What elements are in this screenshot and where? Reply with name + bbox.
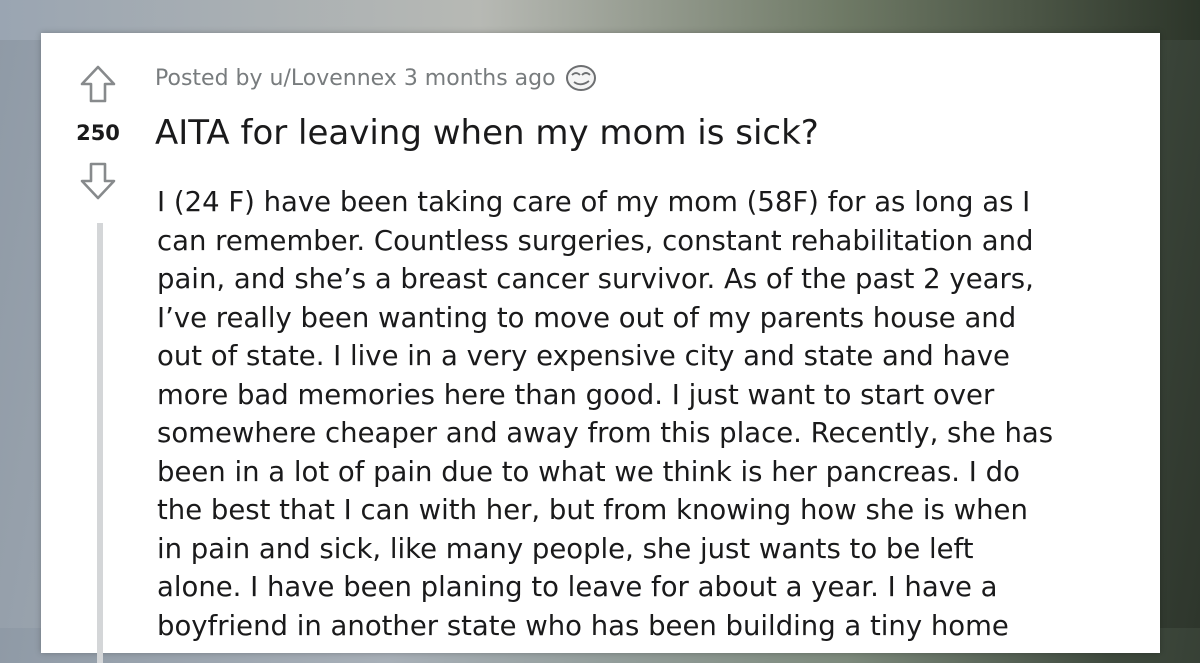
post-body-line: pain, and she’s a breast cancer survivor… (157, 263, 1034, 295)
post-card: 250 Posted by u/Lovennex 3 months ago AI… (41, 33, 1160, 663)
post-title[interactable]: AITA for leaving when my mom is sick? (155, 113, 1145, 153)
post-timestamp[interactable]: 3 months ago (404, 66, 556, 91)
post-body-line: I’ve really been wanting to move out of … (157, 301, 1017, 334)
post-body-line: more bad memories here than good. I just… (157, 378, 995, 411)
post-body-line: can remember. Countless surgeries, const… (157, 224, 1034, 257)
post-meta: Posted by u/Lovennex 3 months ago (155, 63, 598, 93)
post-body-line: alone. I have been planing to leave for … (157, 571, 998, 603)
vote-score: 250 (76, 121, 120, 145)
posted-by-label: Posted by (155, 65, 263, 91)
post-body-line: somewhere cheaper and away from this pla… (157, 417, 1054, 449)
post-body-line: in pain and sick, like many people, she … (157, 532, 974, 565)
post-body-line: the best that I can with her, but from k… (157, 494, 1028, 526)
post-body: I (24 F) have been taking care of my mom… (157, 183, 1157, 645)
post-body-line: out of state. I live in a very expensive… (157, 340, 1010, 372)
upvote-arrow-icon[interactable] (79, 64, 117, 104)
thread-line[interactable] (97, 223, 103, 663)
author-link[interactable]: u/Lovennex (270, 66, 397, 91)
post-body-line: boyfriend in another state who has been … (157, 609, 1009, 642)
post-body-line: I (24 F) have been taking care of my mom… (157, 186, 1031, 218)
downvote-arrow-icon[interactable] (79, 161, 117, 201)
post-body-line: been in a lot of pain due to what we thi… (157, 455, 1020, 488)
vote-column: 250 (41, 33, 153, 663)
award-face-icon[interactable] (564, 63, 598, 93)
